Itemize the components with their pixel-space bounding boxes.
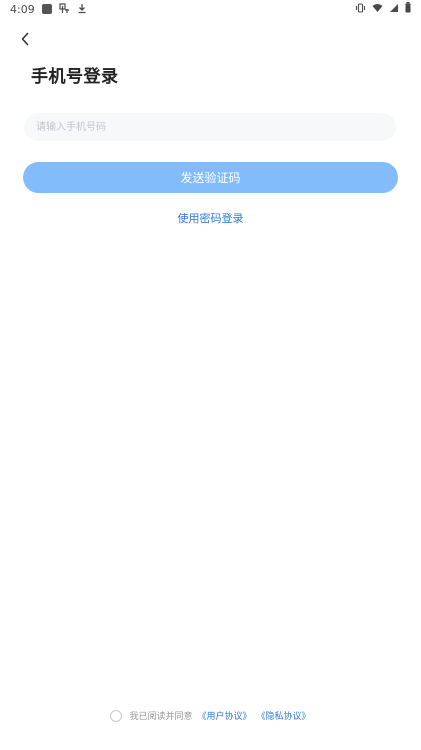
- phone-number-input[interactable]: [24, 113, 396, 141]
- password-login-link[interactable]: 使用密码登录: [0, 210, 421, 226]
- agreement-row: 我已阅读并同意 《用户协议》 《隐私协议》: [0, 709, 421, 722]
- translate-icon: [59, 2, 70, 16]
- status-bar: 4:09: [0, 0, 421, 18]
- status-time: 4:09: [10, 2, 35, 16]
- vibrate-icon: [355, 2, 366, 16]
- status-bar-right: [355, 2, 411, 16]
- agreement-prefix: 我已阅读并同意: [129, 712, 193, 722]
- signal-icon: [389, 3, 399, 16]
- send-code-button-label: 发送验证码: [180, 171, 241, 185]
- battery-icon: [405, 2, 411, 16]
- wifi-icon: [372, 3, 383, 16]
- send-code-button[interactable]: 发送验证码: [23, 162, 398, 193]
- page-title: 手机号登录: [31, 67, 119, 87]
- chevron-left-icon: [21, 32, 29, 46]
- status-bar-left: 4:09: [10, 3, 87, 16]
- agreement-checkbox[interactable]: [110, 709, 123, 722]
- download-icon: [77, 3, 87, 16]
- back-button[interactable]: [16, 30, 34, 48]
- square-app-icon: [41, 4, 52, 14]
- privacy-policy-link[interactable]: 《隐私协议》: [257, 709, 311, 722]
- user-agreement-link[interactable]: 《用户协议》: [197, 709, 251, 722]
- password-login-label: 使用密码登录: [177, 212, 244, 225]
- phone-login-screen: 4:09 手机号登录 请输入手机号码 发送验证码 使用密码登录 我已阅读并同意 …: [0, 0, 421, 750]
